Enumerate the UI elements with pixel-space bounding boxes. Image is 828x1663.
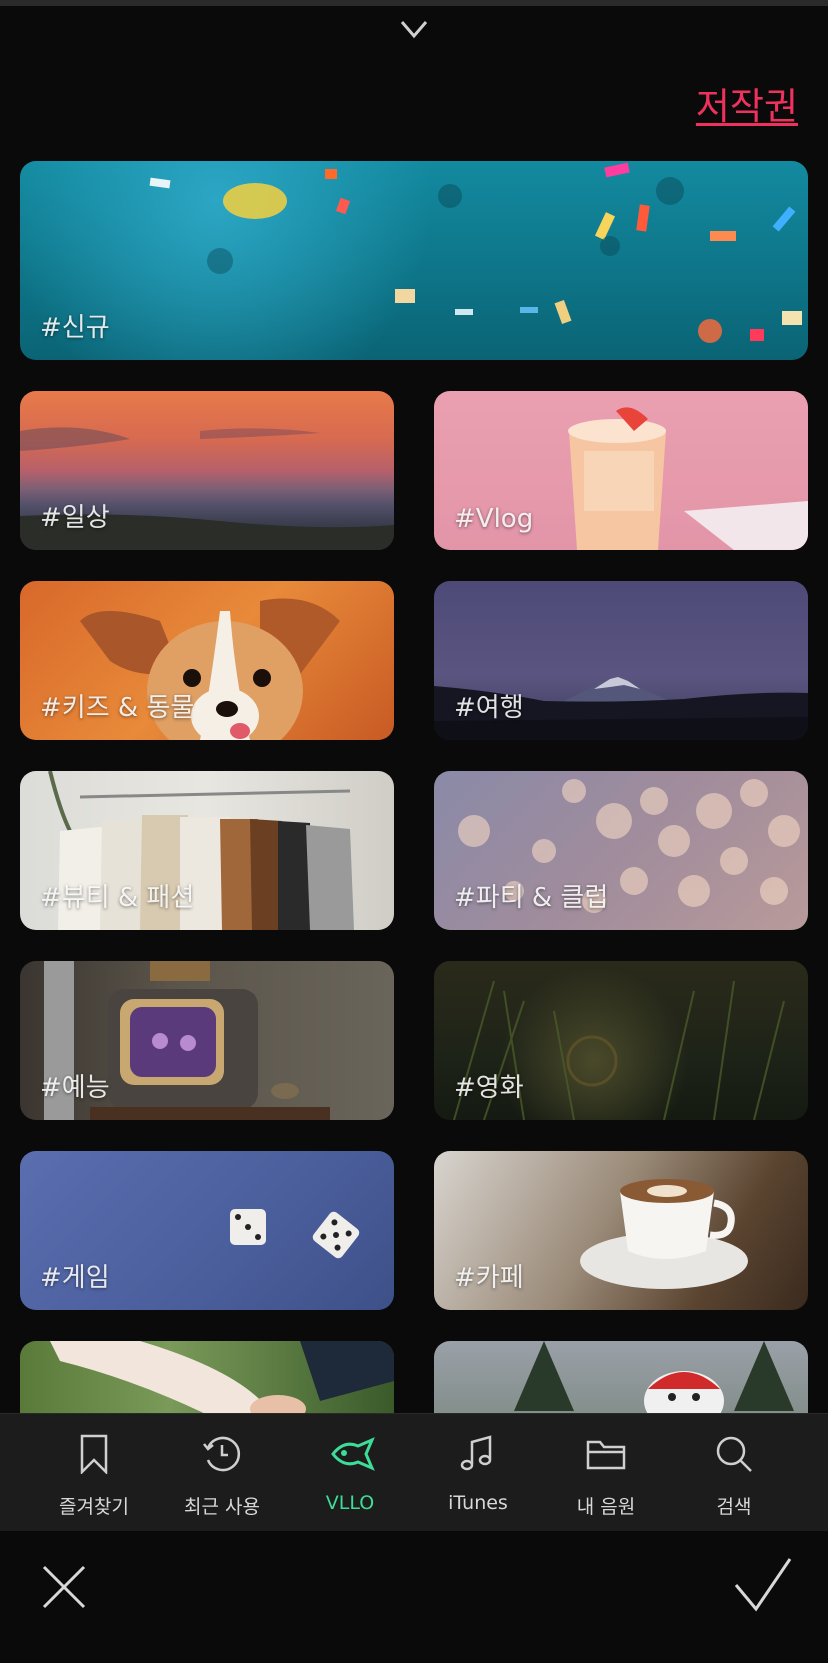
tab-itunes[interactable]: iTunes [414, 1414, 542, 1532]
tab-label: 즐겨찾기 [59, 1496, 129, 1518]
category-label: #예능 [40, 1073, 110, 1103]
category-card-partial-wedding[interactable] [20, 1341, 394, 1413]
category-card-entertainment[interactable]: #예능 [20, 961, 394, 1120]
bottom-action-bar [0, 1531, 828, 1663]
tab-my-music[interactable]: 내 음원 [542, 1414, 670, 1532]
category-label: #신규 [40, 313, 110, 343]
category-label: #여행 [454, 693, 524, 723]
category-label: #파티 & 클럽 [454, 883, 609, 913]
tab-label: iTunes [448, 1492, 508, 1514]
category-label: #키즈 & 동물 [40, 693, 195, 723]
category-card-daily[interactable]: #일상 [20, 391, 394, 550]
checkmark-icon[interactable] [732, 1555, 794, 1613]
category-card-new[interactable]: #신규 [20, 161, 808, 360]
category-card-kids-animals[interactable]: #키즈 & 동물 [20, 581, 394, 740]
tab-recent[interactable]: 최근 사용 [158, 1414, 286, 1532]
category-label: #일상 [40, 503, 110, 533]
music-source-tabbar: 즐겨찾기 최근 사용 VLLO iTunes 내 음원 검색 [0, 1413, 828, 1532]
tab-vllo[interactable]: VLLO [286, 1414, 414, 1532]
wedding-hands-image [20, 1341, 394, 1413]
category-card-travel[interactable]: #여행 [434, 581, 808, 740]
category-card-cafe[interactable]: #카페 [434, 1151, 808, 1310]
tab-label: 최근 사용 [184, 1496, 260, 1518]
category-label: #게임 [40, 1263, 110, 1293]
category-card-party-club[interactable]: #파티 & 클럽 [434, 771, 808, 930]
category-label: #뷰티 & 패션 [40, 883, 195, 913]
category-card-vlog[interactable]: #Vlog [434, 391, 808, 550]
bookmark-icon [80, 1434, 108, 1474]
tab-label: 검색 [716, 1496, 752, 1518]
folder-icon [586, 1440, 626, 1470]
search-icon [716, 1436, 752, 1472]
category-label: #Vlog [454, 504, 534, 534]
tab-label: VLLO [325, 1492, 375, 1514]
category-card-movie[interactable]: #영화 [434, 961, 808, 1120]
pine-trees-image [434, 1341, 808, 1413]
category-label: #영화 [454, 1073, 524, 1103]
category-label: #카페 [454, 1263, 524, 1293]
vllo-fish-icon [331, 1437, 375, 1471]
tab-label: 내 음원 [576, 1496, 636, 1518]
category-card-game[interactable]: #게임 [20, 1151, 394, 1310]
close-icon[interactable] [38, 1561, 90, 1613]
category-card-partial-christmas[interactable] [434, 1341, 808, 1413]
tab-favorites[interactable]: 즐겨찾기 [30, 1414, 158, 1532]
category-card-beauty-fashion[interactable]: #뷰티 & 패션 [20, 771, 394, 930]
music-note-icon [460, 1435, 492, 1471]
tab-search[interactable]: 검색 [670, 1414, 798, 1532]
confetti-image [20, 161, 808, 360]
category-grid: #신규 #일상 #Vlog #키즈 & 동물 #여행 #뷰티 & 패션 #파티 … [0, 0, 828, 1413]
history-clock-icon [203, 1436, 240, 1472]
